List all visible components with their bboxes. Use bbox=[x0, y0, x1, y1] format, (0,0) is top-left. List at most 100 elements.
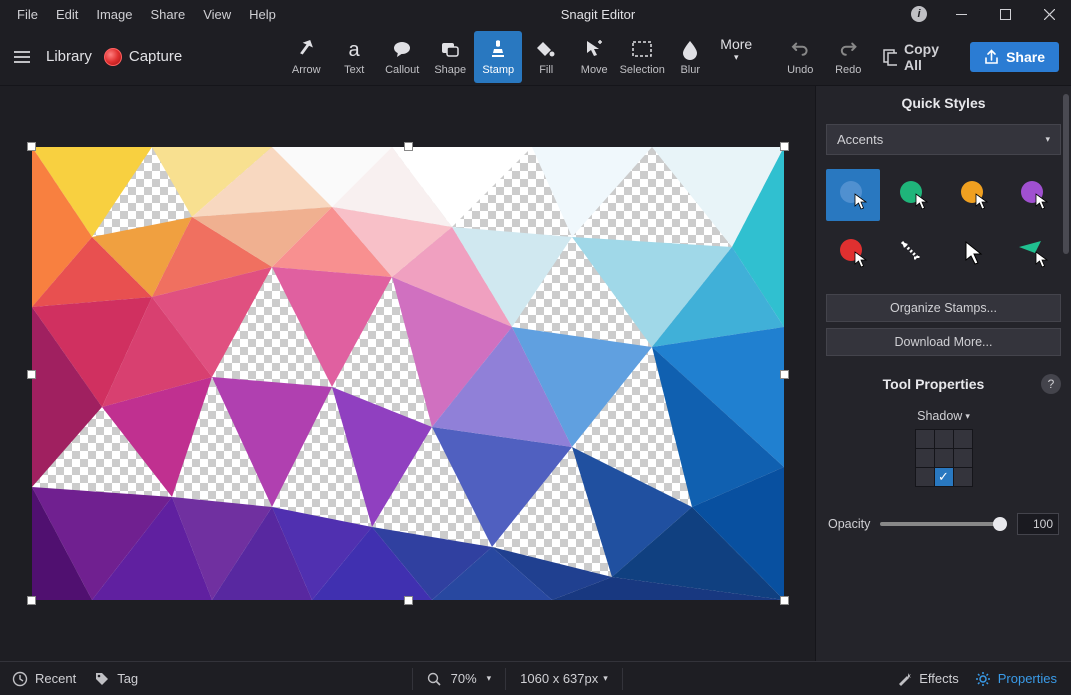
resize-handle-l[interactable] bbox=[27, 370, 36, 379]
close-button[interactable] bbox=[1027, 0, 1071, 28]
maximize-button[interactable] bbox=[983, 0, 1027, 28]
fill-icon bbox=[534, 37, 558, 61]
info-icon[interactable]: i bbox=[911, 6, 927, 22]
chevron-down-icon: ▾ bbox=[1045, 134, 1050, 145]
capture-button[interactable]: Capture bbox=[104, 48, 182, 66]
help-icon[interactable]: ? bbox=[1041, 374, 1061, 394]
stamp-teal-cursor[interactable] bbox=[1007, 227, 1061, 279]
resize-handle-r[interactable] bbox=[780, 370, 789, 379]
hamburger-icon[interactable] bbox=[10, 47, 34, 67]
resize-handle-bl[interactable] bbox=[27, 596, 36, 605]
shadow-pos-l[interactable] bbox=[916, 449, 934, 467]
minimize-button[interactable] bbox=[939, 0, 983, 28]
stamp-purple-cursor[interactable] bbox=[1007, 169, 1061, 221]
selection-icon bbox=[630, 37, 654, 61]
chevron-down-icon: ▾ bbox=[603, 673, 608, 684]
tag-icon bbox=[94, 671, 110, 687]
shadow-pos-tr[interactable] bbox=[954, 430, 972, 448]
tool-shape[interactable]: Shape bbox=[426, 31, 474, 83]
menu-help[interactable]: Help bbox=[240, 3, 285, 26]
stamps-grid bbox=[816, 165, 1071, 291]
tool-stamp[interactable]: Stamp bbox=[474, 31, 522, 83]
download-more-button[interactable]: Download More... bbox=[826, 328, 1061, 356]
shadow-section: Shadow▾ ✓ bbox=[816, 403, 1071, 499]
effects-button[interactable]: Effects bbox=[896, 671, 959, 687]
canvas-image bbox=[32, 147, 784, 600]
capture-label: Capture bbox=[129, 48, 182, 65]
shadow-pos-t[interactable] bbox=[935, 430, 953, 448]
opacity-slider-thumb[interactable] bbox=[993, 517, 1007, 531]
resize-handle-b[interactable] bbox=[404, 596, 413, 605]
stamp-green-cursor[interactable] bbox=[886, 169, 940, 221]
stamp-orange-cursor[interactable] bbox=[947, 169, 1001, 221]
organize-stamps-button[interactable]: Organize Stamps... bbox=[826, 294, 1061, 322]
recent-button[interactable]: Recent bbox=[12, 671, 76, 687]
canvas-selection[interactable] bbox=[32, 147, 784, 600]
tool-text[interactable]: a Text bbox=[330, 31, 378, 83]
wand-icon bbox=[896, 671, 912, 687]
title-bar: File Edit Image Share View Help Snagit E… bbox=[0, 0, 1071, 28]
tool-fill[interactable]: Fill bbox=[522, 31, 570, 83]
svg-text:a: a bbox=[349, 39, 361, 60]
menu-edit[interactable]: Edit bbox=[47, 3, 87, 26]
panel-scrollbar-thumb[interactable] bbox=[1063, 94, 1069, 254]
resize-handle-tl[interactable] bbox=[27, 142, 36, 151]
share-button[interactable]: Share bbox=[970, 42, 1059, 72]
resize-handle-t[interactable] bbox=[404, 142, 413, 151]
tool-move[interactable]: Move bbox=[570, 31, 618, 83]
shadow-pos-c[interactable] bbox=[935, 449, 953, 467]
library-button[interactable]: Library bbox=[46, 48, 92, 65]
resize-handle-br[interactable] bbox=[780, 596, 789, 605]
tag-button[interactable]: Tag bbox=[94, 671, 138, 687]
menu-bar: File Edit Image Share View Help bbox=[0, 3, 285, 26]
main-toolbar: Library Capture Arrow a Text Callout Sha… bbox=[0, 28, 1071, 86]
shadow-pos-bl[interactable] bbox=[916, 468, 934, 486]
accents-dropdown[interactable]: Accents ▾ bbox=[826, 124, 1061, 155]
more-icon: More▾ bbox=[724, 37, 748, 61]
resize-handle-tr[interactable] bbox=[780, 142, 789, 151]
tool-more[interactable]: More▾ bbox=[714, 31, 758, 83]
stamp-arrow-diag[interactable] bbox=[886, 227, 940, 279]
menu-view[interactable]: View bbox=[194, 3, 240, 26]
copy-icon bbox=[882, 48, 897, 66]
main-area: Quick Styles Accents ▾ bbox=[0, 86, 1071, 661]
shadow-pos-b[interactable]: ✓ bbox=[935, 468, 953, 486]
stamp-cursor-plain[interactable] bbox=[947, 227, 1001, 279]
panel-scrollbar[interactable] bbox=[1063, 94, 1069, 653]
shadow-pos-tl[interactable] bbox=[916, 430, 934, 448]
shape-icon bbox=[438, 37, 462, 61]
shadow-pos-r[interactable] bbox=[954, 449, 972, 467]
blur-icon bbox=[678, 37, 702, 61]
properties-button[interactable]: Properties bbox=[975, 671, 1057, 687]
canvas-area[interactable] bbox=[0, 86, 815, 661]
record-icon bbox=[104, 48, 122, 66]
shadow-pos-br[interactable] bbox=[954, 468, 972, 486]
stamp-blue-cursor[interactable] bbox=[826, 169, 880, 221]
clock-icon bbox=[12, 671, 28, 687]
tool-blur[interactable]: Blur bbox=[666, 31, 714, 83]
dimensions-display[interactable]: 1060 x 637px ▾ bbox=[520, 671, 608, 686]
menu-image[interactable]: Image bbox=[87, 3, 141, 26]
window-controls: i bbox=[911, 0, 1071, 28]
zoom-control[interactable]: 70% ▾ bbox=[427, 671, 492, 686]
tools-group: Arrow a Text Callout Shape Stamp Fill Mo… bbox=[282, 31, 872, 83]
undo-icon bbox=[788, 37, 812, 61]
chevron-down-icon: ▾ bbox=[487, 673, 492, 684]
app-title: Snagit Editor bbox=[285, 7, 911, 22]
tool-callout[interactable]: Callout bbox=[378, 31, 426, 83]
copy-all-button[interactable]: Copy All bbox=[872, 35, 960, 79]
menu-share[interactable]: Share bbox=[142, 3, 195, 26]
share-icon bbox=[984, 49, 999, 64]
shadow-dropdown[interactable]: Shadow▾ bbox=[917, 409, 970, 423]
quick-styles-title: Quick Styles bbox=[816, 86, 1071, 120]
stamp-red-cursor[interactable] bbox=[826, 227, 880, 279]
move-icon bbox=[582, 37, 606, 61]
menu-file[interactable]: File bbox=[8, 3, 47, 26]
opacity-slider[interactable] bbox=[880, 522, 1007, 526]
redo-button[interactable]: Redo bbox=[824, 31, 872, 83]
opacity-value-input[interactable]: 100 bbox=[1017, 513, 1059, 535]
undo-button[interactable]: Undo bbox=[776, 31, 824, 83]
tool-arrow[interactable]: Arrow bbox=[282, 31, 330, 83]
tool-selection[interactable]: Selection bbox=[618, 31, 666, 83]
gear-icon bbox=[975, 671, 991, 687]
